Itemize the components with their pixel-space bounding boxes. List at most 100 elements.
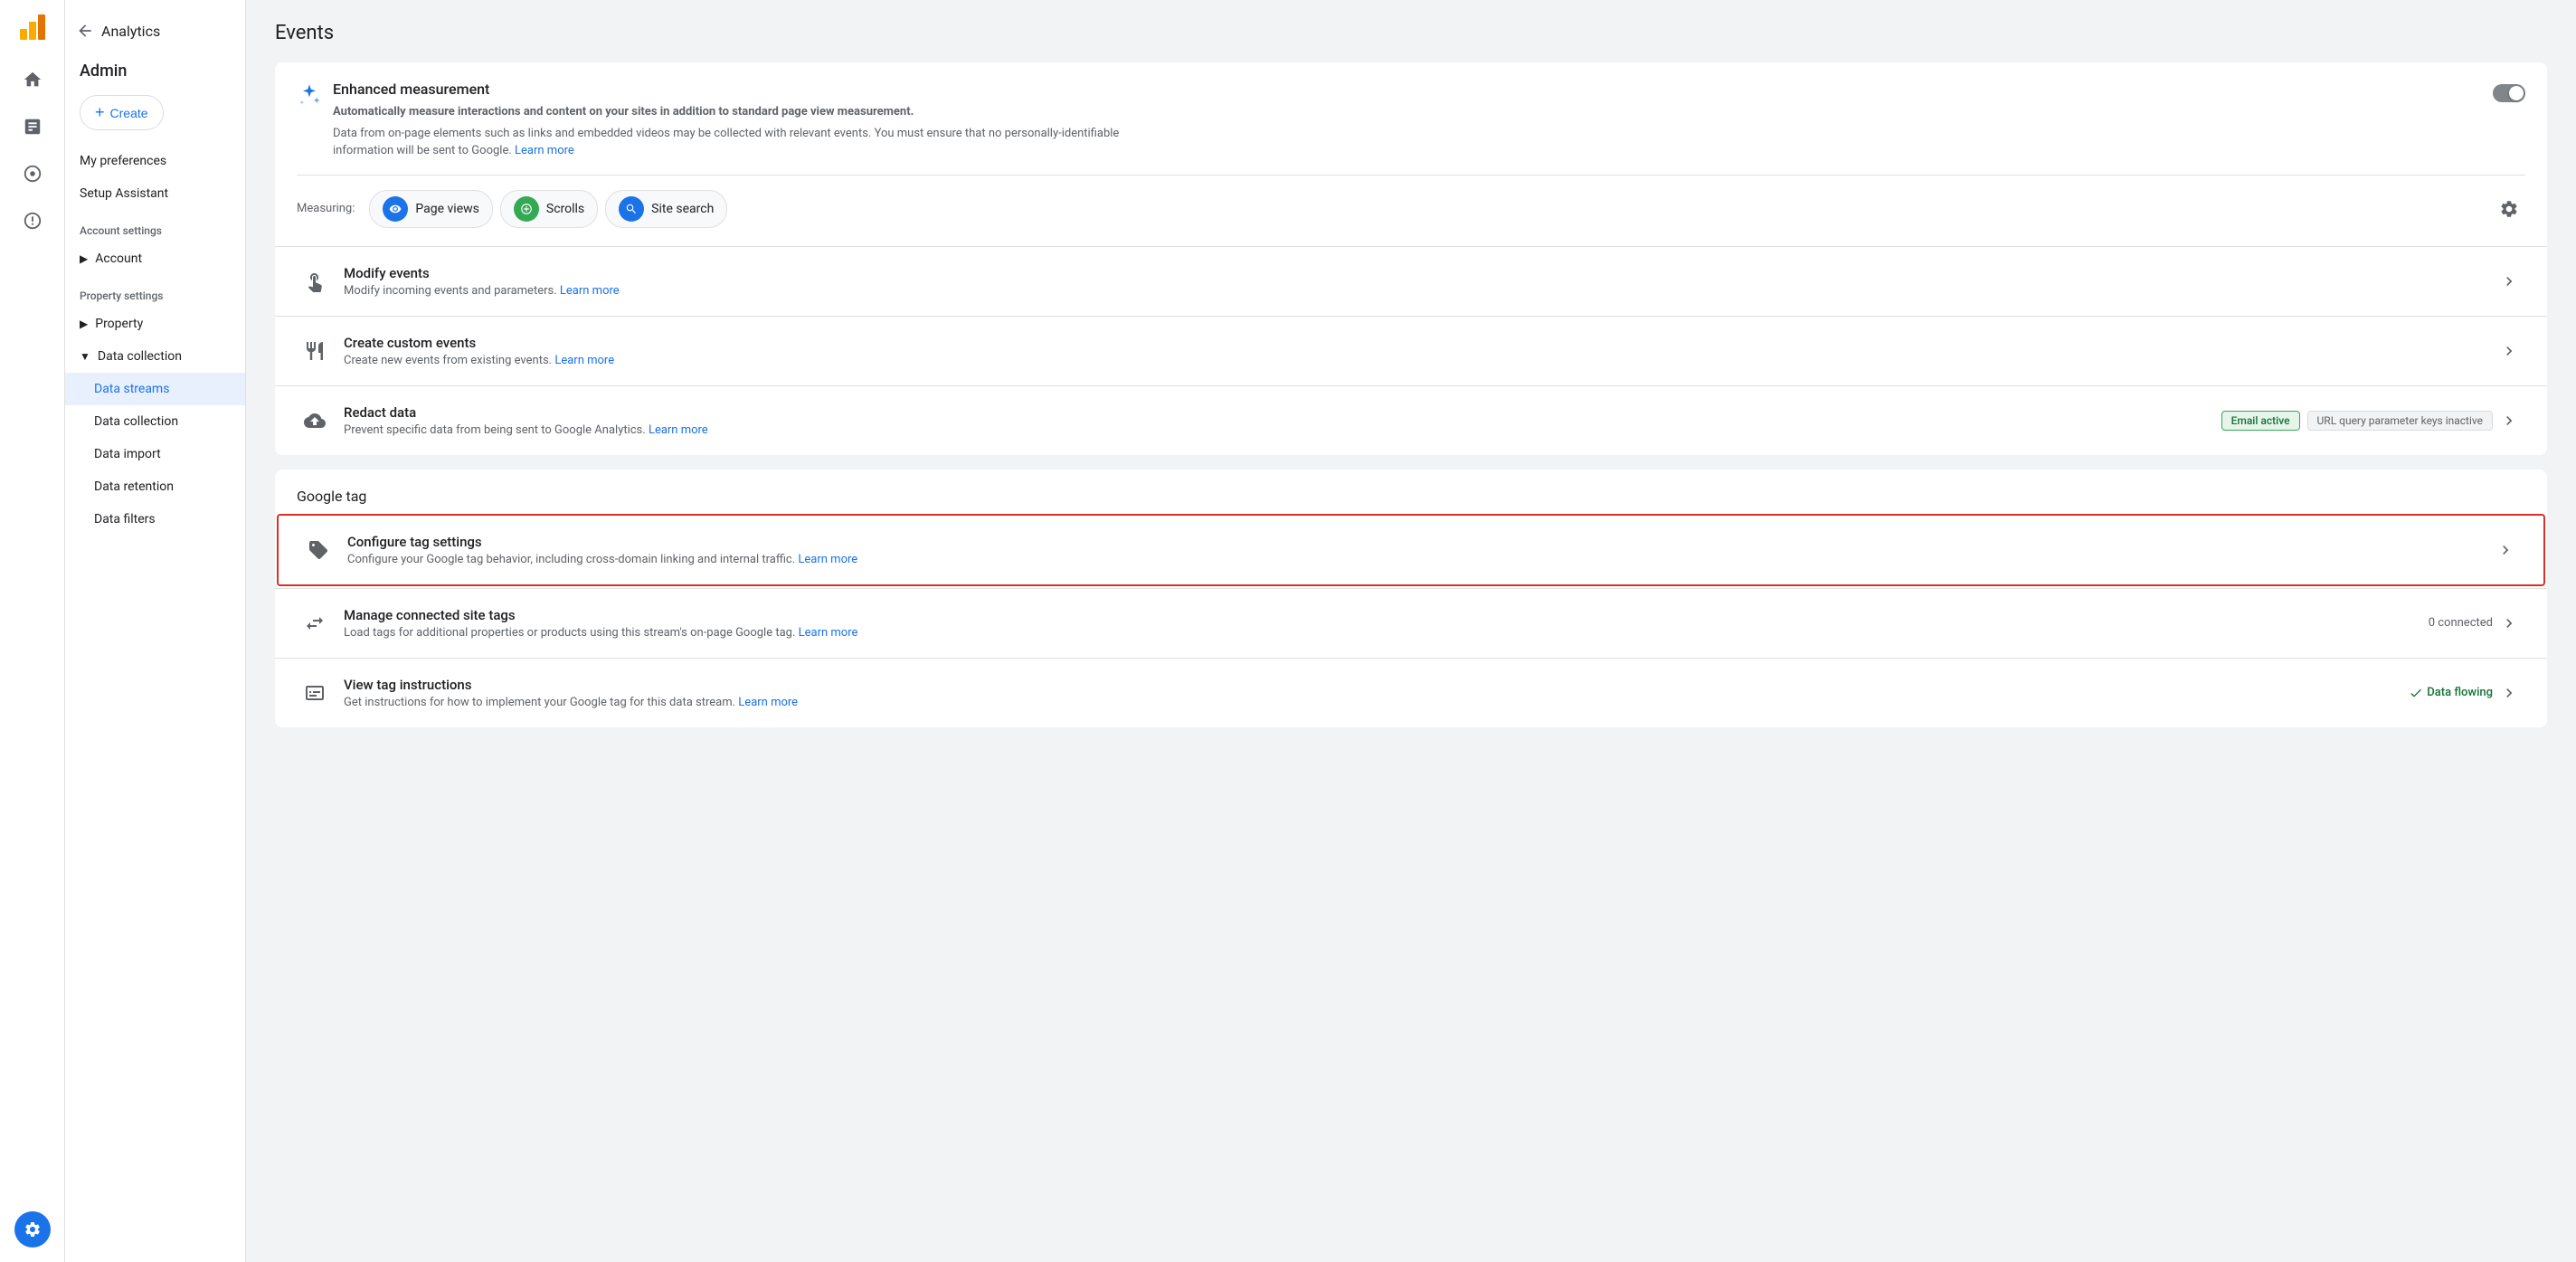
admin-menu-data-retention[interactable]: Data retention: [65, 470, 245, 503]
setup-assistant-label: Setup Assistant: [80, 186, 168, 201]
tag-settings-icon: [308, 539, 329, 561]
modify-events-learn-more[interactable]: Learn more: [560, 284, 620, 298]
view-tag-instructions-row[interactable]: View tag instructions Get instructions f…: [275, 658, 2547, 727]
measuring-gear-icon: [2499, 199, 2519, 219]
configure-tag-settings-row[interactable]: Configure tag settings Configure your Go…: [277, 514, 2545, 586]
configure-tag-icon: [300, 532, 336, 568]
modify-events-content: Modify events Modify incoming events and…: [344, 265, 2500, 298]
google-tag-title: Google tag: [275, 470, 2547, 512]
my-preferences-label: My preferences: [80, 154, 166, 168]
view-tag-instructions-chevron-icon: [2500, 684, 2518, 702]
modify-events-row[interactable]: Modify events Modify incoming events and…: [275, 246, 2547, 316]
enhanced-desc-line1: Automatically measure interactions and c…: [333, 105, 914, 119]
sidebar-advertising[interactable]: [11, 199, 54, 242]
create-custom-events-right: [2500, 342, 2518, 360]
settings-button[interactable]: [14, 1211, 51, 1248]
manage-connected-tags-right: 0 connected: [2429, 614, 2518, 632]
redact-data-title: Redact data: [344, 404, 2221, 421]
enhanced-header: Enhanced measurement Automatically measu…: [297, 81, 2525, 160]
create-custom-events-icon: [297, 333, 333, 369]
create-custom-events-learn-more[interactable]: Learn more: [554, 354, 614, 367]
view-tag-instructions-desc: Get instructions for how to implement yo…: [344, 696, 2409, 709]
admin-menu-account[interactable]: ▶ Account: [65, 242, 245, 275]
measuring-label: Measuring:: [297, 202, 355, 215]
enhanced-measurement-toggle[interactable]: [2493, 84, 2525, 102]
admin-menu-my-preferences[interactable]: My preferences: [65, 145, 245, 177]
configure-tag-content: Configure tag settings Configure your Go…: [347, 534, 2496, 566]
enhanced-learn-more-link[interactable]: Learn more: [515, 144, 574, 157]
configure-tag-chevron-icon: [2496, 541, 2514, 559]
redact-data-content: Redact data Prevent specific data from b…: [344, 404, 2221, 437]
view-tag-instructions-icon: [297, 675, 333, 711]
admin-menu-data-collection-sub[interactable]: Data collection: [65, 405, 245, 438]
manage-connected-tags-title: Manage connected site tags: [344, 607, 2429, 623]
manage-connected-tags-desc: Load tags for additional properties or p…: [344, 626, 2429, 640]
enhanced-measurement-icon: [297, 82, 322, 113]
manage-connected-tags-chevron-icon: [2500, 614, 2518, 632]
data-flowing-badge: Data flowing: [2409, 686, 2493, 700]
redact-data-right: Email active URL query parameter keys in…: [2221, 411, 2518, 431]
page-views-icon: [383, 196, 408, 222]
page-views-pill: Page views: [369, 190, 493, 228]
view-tag-instructions-learn-more[interactable]: Learn more: [738, 696, 798, 709]
scroll-icon: [520, 203, 533, 215]
email-active-badge: Email active: [2221, 411, 2300, 431]
manage-connected-tags-learn-more[interactable]: Learn more: [799, 626, 858, 640]
enhanced-measurement-desc1: Automatically measure interactions and c…: [333, 103, 1147, 121]
create-custom-events-row[interactable]: Create custom events Create new events f…: [275, 316, 2547, 385]
manage-connected-tags-content: Manage connected site tags Load tags for…: [344, 607, 2429, 640]
sidebar-home[interactable]: [11, 58, 54, 101]
measuring-row: Measuring: Page views: [297, 175, 2525, 228]
admin-menu-setup-assistant[interactable]: Setup Assistant: [65, 177, 245, 210]
configure-tag-learn-more[interactable]: Learn more: [798, 553, 857, 566]
sparkle-icon: [297, 82, 322, 108]
data-collection-sub-label: Data collection: [94, 414, 178, 429]
data-filters-label: Data filters: [94, 512, 156, 527]
sidebar-explore[interactable]: [11, 152, 54, 195]
checkmark-icon: [2409, 686, 2423, 700]
configure-tag-desc: Configure your Google tag behavior, incl…: [347, 553, 2496, 566]
scrolls-label: Scrolls: [546, 202, 584, 216]
data-import-label: Data import: [94, 447, 161, 461]
page-views-label: Page views: [415, 202, 479, 216]
reports-icon: [23, 117, 43, 137]
data-streams-label: Data streams: [94, 382, 169, 396]
sidebar-reports[interactable]: [11, 105, 54, 148]
view-tag-instructions-title: View tag instructions: [344, 677, 2409, 693]
configure-tag-title: Configure tag settings: [347, 534, 2496, 550]
search-icon: [625, 203, 638, 215]
data-collection-expand-icon: ▼: [80, 350, 90, 363]
create-label: Create: [110, 106, 148, 120]
modify-events-right: [2500, 272, 2518, 290]
tag-instructions-icon: [304, 682, 326, 704]
admin-menu-data-streams[interactable]: Data streams: [65, 373, 245, 405]
redact-data-desc: Prevent specific data from being sent to…: [344, 423, 2221, 437]
create-custom-events-chevron-icon: [2500, 342, 2518, 360]
scrolls-icon: [514, 196, 539, 222]
admin-menu-data-collection[interactable]: ▼ Data collection: [65, 340, 245, 373]
create-button[interactable]: + Create: [80, 95, 164, 130]
connected-count: 0 connected: [2429, 616, 2493, 630]
view-tag-instructions-right: Data flowing: [2409, 684, 2518, 702]
modify-events-title: Modify events: [344, 265, 2500, 281]
admin-panel: Analytics Admin + Create My preferences …: [65, 0, 246, 1262]
redact-data-row[interactable]: Redact data Prevent specific data from b…: [275, 385, 2547, 455]
admin-menu-data-filters[interactable]: Data filters: [65, 503, 245, 536]
logo: [16, 11, 49, 43]
enhanced-measurement-desc2: Data from on-page elements such as links…: [333, 125, 1147, 160]
measuring-settings-button[interactable]: [2493, 193, 2525, 225]
measuring-pills: Page views Scrolls: [369, 190, 2482, 228]
admin-menu-data-import[interactable]: Data import: [65, 438, 245, 470]
data-flowing-label: Data flowing: [2427, 686, 2493, 699]
property-section-title: Property settings: [65, 275, 245, 308]
site-search-label: Site search: [651, 202, 714, 216]
back-button[interactable]: Analytics: [65, 14, 245, 54]
site-search-pill: Site search: [605, 190, 727, 228]
create-custom-events-desc: Create new events from existing events. …: [344, 354, 2500, 367]
redact-data-learn-more[interactable]: Learn more: [649, 423, 708, 437]
advertising-icon: [23, 211, 43, 231]
manage-connected-tags-row[interactable]: Manage connected site tags Load tags for…: [275, 588, 2547, 658]
admin-menu-property[interactable]: ▶ Property: [65, 308, 245, 340]
analytics-logo-icon: [16, 11, 49, 43]
create-custom-events-content: Create custom events Create new events f…: [344, 335, 2500, 367]
